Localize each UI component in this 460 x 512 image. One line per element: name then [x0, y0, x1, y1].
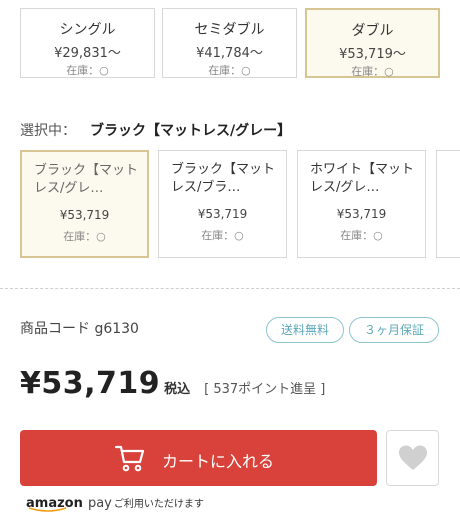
size-option-single[interactable]: シングル ¥29,831〜 在庫：○: [20, 8, 155, 78]
size-options: シングル ¥29,831〜 在庫：○ セミダブル ¥41,784〜 在庫：○ ダ…: [20, 8, 440, 78]
size-option-name: シングル: [59, 22, 116, 38]
selected-variant-label: 選択中：: [20, 123, 76, 139]
section-divider: [0, 288, 460, 289]
color-option-black-black[interactable]: ブラック【マットレス/ブラ… ¥53,719 在庫：○: [158, 150, 287, 258]
free-shipping-badge: 送料無料: [266, 317, 344, 343]
color-option-name: ホワイト【マットレス/グレ…: [310, 162, 415, 195]
heart-icon: [399, 445, 427, 470]
size-option-price: ¥41,784〜: [196, 46, 263, 61]
color-option-next[interactable]: [436, 150, 460, 258]
points-label: [ 537ポイント進呈 ]: [204, 382, 326, 397]
size-option-stock: 在庫：○: [351, 65, 394, 78]
color-option-name: ブラック【マットレス/グレ…: [34, 163, 139, 196]
size-option-name: ダブル: [351, 23, 394, 39]
add-to-cart-button[interactable]: カートに入れる: [20, 430, 377, 486]
color-option-white-gray[interactable]: ホワイト【マットレス/グレ… ¥53,719 在庫：○: [297, 150, 426, 258]
color-option-price: ¥53,719: [197, 207, 248, 221]
selected-variant-value: ブラック【マットレス/グレー】: [90, 123, 292, 139]
size-option-stock: 在庫：○: [208, 64, 251, 77]
size-option-semi-double[interactable]: セミダブル ¥41,784〜 在庫：○: [162, 8, 297, 78]
amazon-pay-note: ご利用いただけます: [113, 499, 204, 510]
price-amount: ¥53,719: [20, 366, 161, 401]
warranty-badge: ３ヶ月保証: [349, 317, 439, 343]
color-option-price: ¥53,719: [336, 207, 387, 221]
color-option-stock: 在庫：○: [340, 229, 383, 242]
color-option-black-gray[interactable]: ブラック【マットレス/グレ… ¥53,719 在庫：○: [20, 150, 149, 258]
add-to-cart-label: カートに入れる: [162, 452, 275, 471]
amazon-pay-notice: amazon pay ご利用いただけます: [26, 492, 204, 512]
size-option-price: ¥53,719〜: [339, 47, 406, 62]
amazon-pay-logo-pay: pay: [87, 496, 112, 511]
tax-label: 税込: [164, 382, 191, 397]
color-option-name: ブラック【マットレス/ブラ…: [171, 162, 276, 195]
price-block: ¥53,719 税込 [ 537ポイント進呈 ]: [20, 366, 325, 401]
amazon-smile-icon: [28, 507, 67, 512]
size-option-double[interactable]: ダブル ¥53,719〜 在庫：○: [305, 8, 440, 78]
size-option-price: ¥29,831〜: [54, 46, 121, 61]
color-option-price: ¥53,719: [59, 208, 110, 222]
color-options: ブラック【マットレス/グレ… ¥53,719 在庫：○ ブラック【マットレス/ブ…: [20, 150, 460, 258]
size-option-name: セミダブル: [194, 22, 265, 38]
cart-icon: [114, 445, 145, 472]
selected-variant: 選択中： ブラック【マットレス/グレー】: [20, 120, 291, 140]
size-option-stock: 在庫：○: [66, 64, 109, 77]
color-option-stock: 在庫：○: [63, 230, 106, 243]
favorite-button[interactable]: [386, 430, 439, 486]
color-option-stock: 在庫：○: [201, 229, 244, 242]
product-code: 商品コード g6130: [20, 321, 139, 337]
